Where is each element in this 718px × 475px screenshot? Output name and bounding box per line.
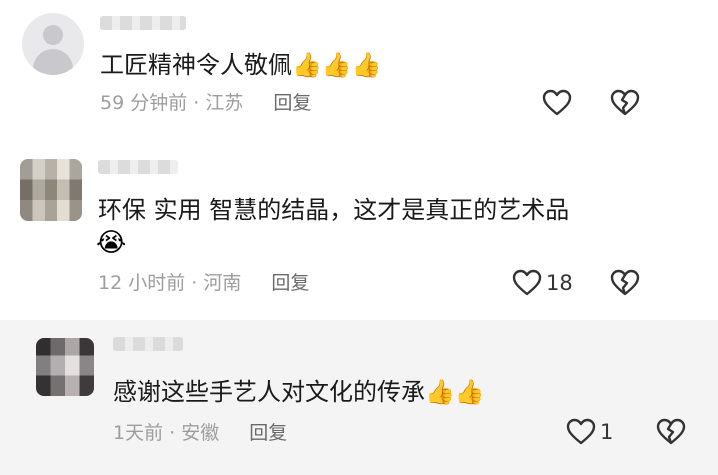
reply-button[interactable]: 回复 [271,272,309,294]
comment-meta: 12 小时前 · 河南 回复 [98,271,309,295]
default-avatar-icon[interactable] [22,13,84,75]
dislike-button[interactable] [610,269,640,297]
comment-item: 环保 实用 智慧的结晶，这才是真正的艺术品 😭 12 小时前 · 河南 回复 18 [0,145,718,320]
like-count: 1 [600,420,614,444]
crying-emoji: 😭 [96,228,127,258]
reply-button[interactable]: 回复 [273,92,311,114]
like-button[interactable]: 18 [512,269,573,297]
heart-outline-icon [512,269,542,296]
comment-meta: 1天前 · 安徽 回复 [113,421,287,445]
like-button[interactable]: 1 [566,418,613,446]
broken-heart-icon [656,418,686,445]
comment-time-location: 59 分钟前 · 江苏 [100,92,244,114]
heart-outline-icon [566,418,596,445]
user-avatar[interactable] [20,159,82,221]
reply-button[interactable]: 回复 [249,422,287,444]
comment-meta: 59 分钟前 · 江苏 回复 [100,91,311,115]
like-button[interactable] [542,89,576,117]
comment-time-location: 1天前 · 安徽 [113,422,220,444]
broken-heart-icon [610,269,640,296]
dislike-button[interactable] [610,89,640,117]
like-count: 18 [546,271,573,295]
user-avatar[interactable] [36,338,94,396]
heart-outline-icon [542,89,572,116]
comment-time-location: 12 小时前 · 河南 [98,272,242,294]
username-blurred[interactable] [100,16,186,30]
comment-text: 感谢这些手艺人对文化的传承👍👍 [113,378,485,406]
comment-item-highlighted: 感谢这些手艺人对文化的传承👍👍 1天前 · 安徽 回复 1 [0,320,718,475]
comment-text: 环保 实用 智慧的结晶，这才是真正的艺术品 [98,196,570,224]
username-blurred[interactable] [98,160,178,174]
username-blurred[interactable] [113,337,183,351]
comment-list: 工匠精神令人敬佩👍👍👍 59 分钟前 · 江苏 回复 环保 实用 智慧的结晶，这才… [0,0,718,475]
comment-text: 工匠精神令人敬佩👍👍👍 [100,51,382,79]
broken-heart-icon [610,89,640,116]
comment-item: 工匠精神令人敬佩👍👍👍 59 分钟前 · 江苏 回复 [0,0,718,145]
dislike-button[interactable] [656,418,686,446]
